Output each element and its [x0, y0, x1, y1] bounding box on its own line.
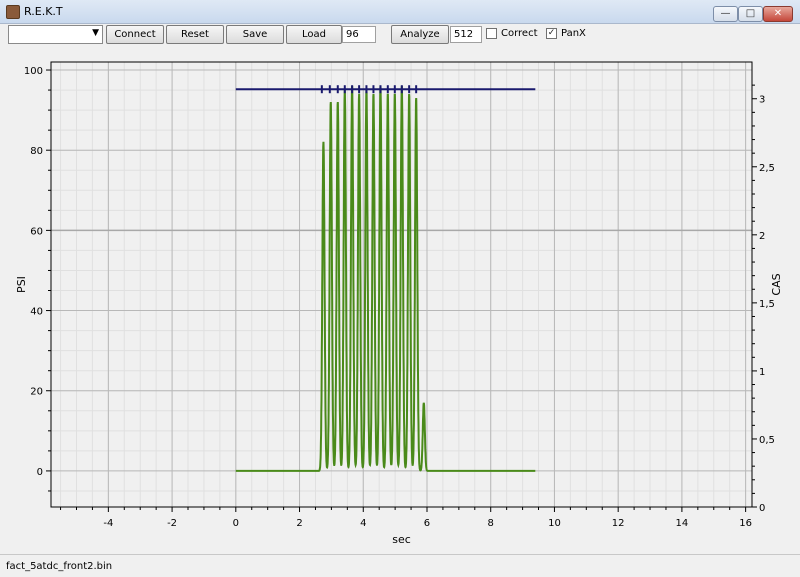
- window-title: R.E.K.T: [24, 5, 63, 18]
- x-tick-label: 8: [488, 518, 494, 529]
- x-tick-label: -4: [103, 518, 113, 529]
- x-tick-label: 16: [739, 518, 752, 529]
- save-button[interactable]: Save: [226, 25, 284, 44]
- x-tick-label: 4: [360, 518, 366, 529]
- y2-tick-label: 1,5: [759, 299, 775, 310]
- reset-button[interactable]: Reset: [166, 25, 224, 44]
- close-button[interactable]: ✕: [763, 6, 793, 22]
- minimize-button[interactable]: —: [713, 6, 738, 22]
- analyze-value-field[interactable]: 512: [450, 26, 482, 43]
- connect-button[interactable]: Connect: [106, 25, 164, 44]
- app-icon: [6, 5, 20, 19]
- maximize-button[interactable]: □: [738, 6, 763, 22]
- y-tick-label: 100: [24, 66, 43, 77]
- status-filename: fact_5atdc_front2.bin: [6, 561, 113, 572]
- y2-tick-label: 1: [759, 367, 765, 378]
- x-tick-label: -2: [167, 518, 177, 529]
- panx-checkbox[interactable]: ✓: [546, 28, 557, 39]
- psi-chart[interactable]: -4 -2 0 2 4 6 8 10 12 14 16 0 20 40 60 80 100 0 0,5 1 1,5 2…: [0, 46, 800, 554]
- toolbar: ▼ Connect Reset Save Load 96 Analyze 512…: [0, 24, 800, 46]
- load-value-field[interactable]: 96: [342, 26, 376, 43]
- correct-label: Correct: [501, 28, 538, 39]
- x-tick-label: 6: [424, 518, 430, 529]
- port-select[interactable]: ▼: [8, 25, 103, 44]
- y2-tick-label: 2,5: [759, 163, 775, 174]
- y-tick-label: 40: [30, 307, 43, 318]
- x-tick-label: 2: [296, 518, 302, 529]
- x-tick-label: 10: [548, 518, 561, 529]
- y-tick-label: 60: [30, 226, 43, 237]
- y-tick-label: 20: [30, 387, 43, 398]
- plot-area[interactable]: -4 -2 0 2 4 6 8 10 12 14 16 0 20 40 60 80 100 0 0,5 1 1,5 2…: [0, 46, 800, 554]
- title-bar: R.E.K.T — □ ✕: [0, 0, 800, 24]
- x-axis-label: sec: [392, 533, 411, 546]
- chevron-down-icon: ▼: [92, 28, 99, 38]
- status-bar: fact_5atdc_front2.bin: [0, 554, 800, 577]
- x-tick-label: 12: [612, 518, 625, 529]
- x-tick-label: 0: [233, 518, 239, 529]
- y2-tick-label: 0: [759, 503, 765, 514]
- y2-axis-label: CAS: [770, 273, 783, 295]
- x-tick-label: 14: [676, 518, 689, 529]
- panx-label: PanX: [561, 28, 586, 39]
- y-tick-label: 80: [30, 146, 43, 157]
- load-button[interactable]: Load: [286, 25, 342, 44]
- y2-tick-label: 3: [759, 95, 765, 106]
- y2-tick-label: 2: [759, 231, 765, 242]
- correct-checkbox[interactable]: [486, 28, 497, 39]
- y-axis-label: PSI: [15, 276, 28, 293]
- y2-tick-label: 0,5: [759, 435, 775, 446]
- y-tick-label: 0: [37, 467, 43, 478]
- analyze-button[interactable]: Analyze: [391, 25, 449, 44]
